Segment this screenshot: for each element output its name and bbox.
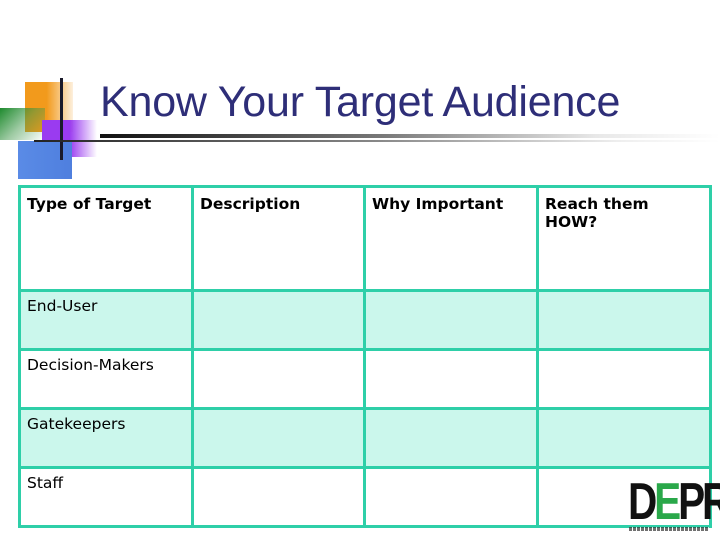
table-row: End-User (18, 289, 712, 351)
decorative-green-square (0, 108, 45, 140)
depr-logo: DEPR (628, 476, 720, 532)
cell-why-important[interactable] (363, 407, 539, 469)
table-header-row: Type of Target Description Why Important… (18, 185, 712, 292)
cell-type: Gatekeepers (18, 407, 194, 469)
audience-table: Type of Target Description Why Important… (18, 185, 712, 528)
header-type-of-target: Type of Target (18, 185, 194, 292)
cell-type: Decision-Makers (18, 348, 194, 410)
decorative-vertical-line (60, 78, 63, 160)
header-reach-them-how: Reach them HOW? (536, 185, 712, 292)
cell-why-important[interactable] (363, 289, 539, 351)
logo-tagline (629, 527, 709, 531)
cell-description[interactable] (191, 348, 366, 410)
cell-reach[interactable] (536, 407, 712, 469)
logo-letter-e: E (654, 473, 681, 531)
table-row: Decision-Makers (18, 348, 712, 410)
cell-description[interactable] (191, 289, 366, 351)
cell-reach[interactable] (536, 289, 712, 351)
table-row: Staff (18, 466, 712, 528)
table-row: Gatekeepers (18, 407, 712, 469)
cell-type: Staff (18, 466, 194, 528)
cell-description[interactable] (191, 466, 366, 528)
slide-title: Know Your Target Audience (100, 78, 621, 126)
logo-letter-d: D (628, 473, 657, 531)
title-underline-rule (100, 134, 720, 138)
cell-why-important[interactable] (363, 348, 539, 410)
logo-letters-pr: PR (678, 473, 720, 531)
cell-why-important[interactable] (363, 466, 539, 528)
cell-description[interactable] (191, 407, 366, 469)
logo-wordmark: DEPR (628, 476, 720, 528)
cell-type: End-User (18, 289, 194, 351)
decorative-blue-square (18, 141, 72, 179)
header-description: Description (191, 185, 366, 292)
cell-reach[interactable] (536, 348, 712, 410)
header-why-important: Why Important (363, 185, 539, 292)
title-crossline (34, 140, 720, 142)
